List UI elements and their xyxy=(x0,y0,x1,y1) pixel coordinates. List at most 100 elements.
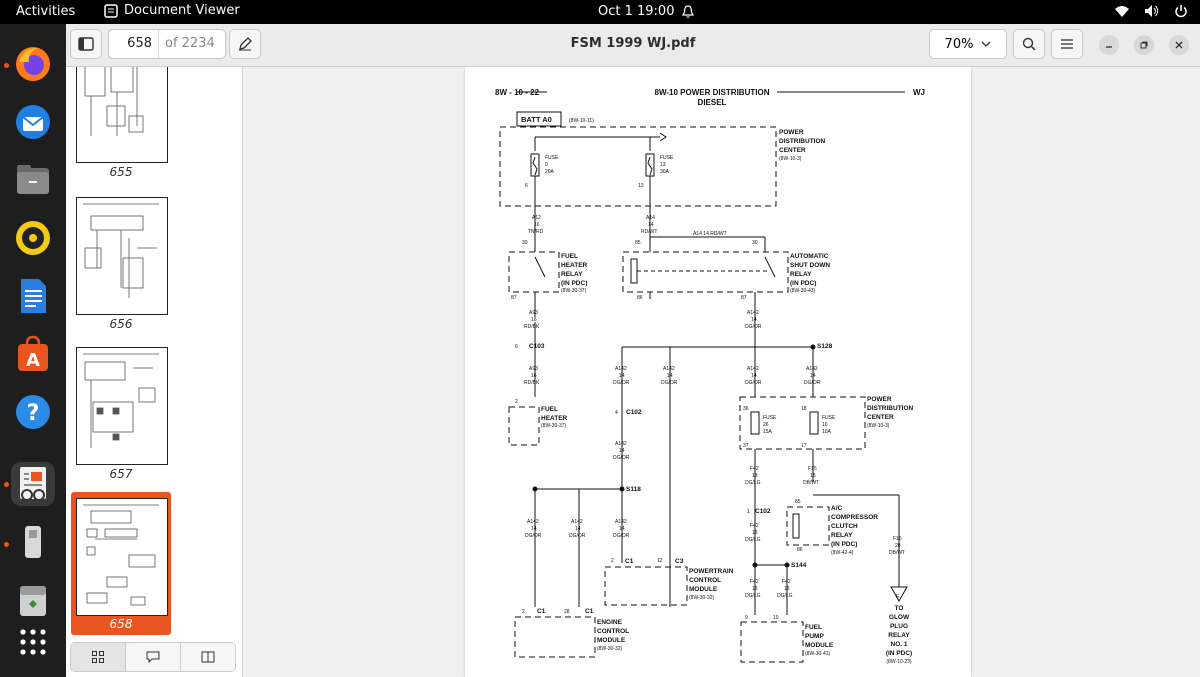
wire-label: 14 xyxy=(619,526,625,532)
wire-label: A14 14 RD/WT xyxy=(693,231,727,237)
system-tray[interactable] xyxy=(1114,4,1188,18)
fuse-label: 26 xyxy=(763,422,769,428)
page-thumbnail[interactable] xyxy=(76,197,168,315)
component-ref: (8W-30-37) xyxy=(541,423,567,429)
files-icon[interactable] xyxy=(11,158,55,202)
fuse-label: FUSE xyxy=(545,155,559,161)
wire-label: DG/OR xyxy=(613,380,630,386)
wire-label: A93 xyxy=(529,310,538,316)
header-bar: 658 of 2234 FSM 1999 WJ.pdf 70% xyxy=(66,24,1200,67)
diagram-subheading: DIESEL xyxy=(698,98,727,107)
clock[interactable]: Oct 1 19:00 xyxy=(598,4,695,19)
wire-label: DG/LG xyxy=(745,480,761,486)
thumbnail-preview xyxy=(83,353,159,448)
date-time: Oct 1 19:00 xyxy=(598,4,675,19)
search-icon xyxy=(1022,37,1036,51)
wire-label: RD/BK xyxy=(524,324,540,330)
app-name: Document Viewer xyxy=(124,3,240,18)
sidebar-toggle-button[interactable] xyxy=(70,29,102,59)
rhythmbox-icon[interactable] xyxy=(11,216,55,260)
glow-label: GLOW xyxy=(889,614,910,621)
close-button[interactable] xyxy=(1169,35,1189,55)
wire-label: 14 xyxy=(648,222,654,228)
fuse-label: 16 xyxy=(822,422,828,428)
module-ref: (8W-30-32) xyxy=(597,646,623,652)
current-page[interactable]: 658 xyxy=(109,30,159,58)
pin-label: 9 xyxy=(745,615,748,621)
wire-label: DG/OR xyxy=(613,533,630,539)
relay-label: A/C xyxy=(831,505,843,512)
page-thumbnail[interactable] xyxy=(76,347,168,465)
trash-icon[interactable] xyxy=(11,578,55,622)
maximize-button[interactable] xyxy=(1134,35,1154,55)
firefox-icon[interactable] xyxy=(11,42,55,86)
page-number-entry[interactable]: 658 of 2234 xyxy=(108,29,226,59)
app-center-icon[interactable]: A xyxy=(11,332,55,376)
minimize-button[interactable] xyxy=(1099,35,1119,55)
pin-label: 87 xyxy=(511,295,517,301)
module-ref: (8W-30-41) xyxy=(805,651,831,657)
wire-label: 14 xyxy=(667,373,673,379)
pin-label: 18 xyxy=(801,406,807,412)
help-icon[interactable]: ? xyxy=(11,390,55,434)
batt-ref: (8W-10-11) xyxy=(569,118,594,124)
wire-label: 14 xyxy=(751,373,757,379)
wire-label: A142 xyxy=(747,366,759,372)
hamburger-icon xyxy=(1061,39,1073,49)
page-thumbnail[interactable] xyxy=(76,67,168,163)
zoom-level: 70% xyxy=(944,36,974,52)
writer-icon[interactable] xyxy=(11,274,55,318)
wire-label: A12 xyxy=(532,215,541,221)
thumbnail-preview xyxy=(83,504,159,606)
dock: A ? xyxy=(0,24,66,677)
wiring-diagram: 8W - 10 - 22 8W-10 POWER DISTRIBUTION DI… xyxy=(495,88,925,665)
tab-thumbnails[interactable] xyxy=(71,643,126,671)
fuse-label: FUSE xyxy=(660,155,674,161)
model-code: WJ xyxy=(913,88,925,97)
wire-label: DG/OR xyxy=(525,533,542,539)
glow-ref: (8W-10-23) xyxy=(886,659,912,665)
zoom-select[interactable]: 70% xyxy=(929,29,1007,59)
pin-label: 2 xyxy=(522,609,525,615)
document-viewer-icon[interactable] xyxy=(11,462,55,506)
usb-drive-icon[interactable] xyxy=(11,520,55,564)
wire-label: A142 xyxy=(615,441,627,447)
wire-label: DG/OR xyxy=(661,380,678,386)
activities-button[interactable]: Activities xyxy=(16,4,75,19)
thumbnail-list[interactable]: 655 656 657 658 xyxy=(66,67,242,635)
module-label: MODULE xyxy=(805,642,834,649)
relay-label: (IN PDC) xyxy=(790,280,816,287)
annotate-button[interactable] xyxy=(229,29,261,59)
main-menu-button[interactable] xyxy=(1051,29,1083,59)
thumbnail-label: 657 xyxy=(109,467,133,481)
relay-label: SHUT DOWN xyxy=(790,262,830,269)
app-menu[interactable]: Document Viewer xyxy=(104,3,240,18)
wire-label: A142 xyxy=(806,366,818,372)
search-button[interactable] xyxy=(1013,29,1045,59)
thumbnail-label: 658 xyxy=(109,617,133,631)
pdc-label: POWER xyxy=(779,129,804,136)
wire-label: DG/LG xyxy=(745,537,761,543)
splice-label: S118 xyxy=(626,486,641,493)
wire-label: F15 xyxy=(893,536,902,542)
thumbnail-label: 655 xyxy=(109,165,133,179)
relay-label: AUTOMATIC xyxy=(790,253,829,260)
relay-label: (IN PDC) xyxy=(561,280,587,287)
fuse-label: 10A xyxy=(822,429,832,435)
tab-annotations[interactable] xyxy=(126,643,181,671)
document-area[interactable]: 8W - 10 - 22 8W-10 POWER DISTRIBUTION DI… xyxy=(243,67,1200,677)
module-label: CONTROL xyxy=(689,577,721,584)
top-bar: Activities Document Viewer Oct 1 19:00 xyxy=(0,0,1200,24)
relay-label: FUEL xyxy=(561,253,578,260)
page-thumbnail-selected[interactable] xyxy=(76,498,168,616)
wire-label: A93 xyxy=(529,366,538,372)
show-apps-icon[interactable] xyxy=(11,620,55,664)
relay-label: RELAY xyxy=(831,532,853,539)
pdc-label: DISTRIBUTION xyxy=(779,138,826,145)
thunderbird-icon[interactable] xyxy=(11,100,55,144)
tab-bookmarks[interactable] xyxy=(181,643,235,671)
svg-text:?: ? xyxy=(27,401,40,426)
wire-label: TN/RD xyxy=(528,229,544,235)
relay-label: HEATER xyxy=(561,262,588,269)
module-label: PUMP xyxy=(805,633,824,640)
